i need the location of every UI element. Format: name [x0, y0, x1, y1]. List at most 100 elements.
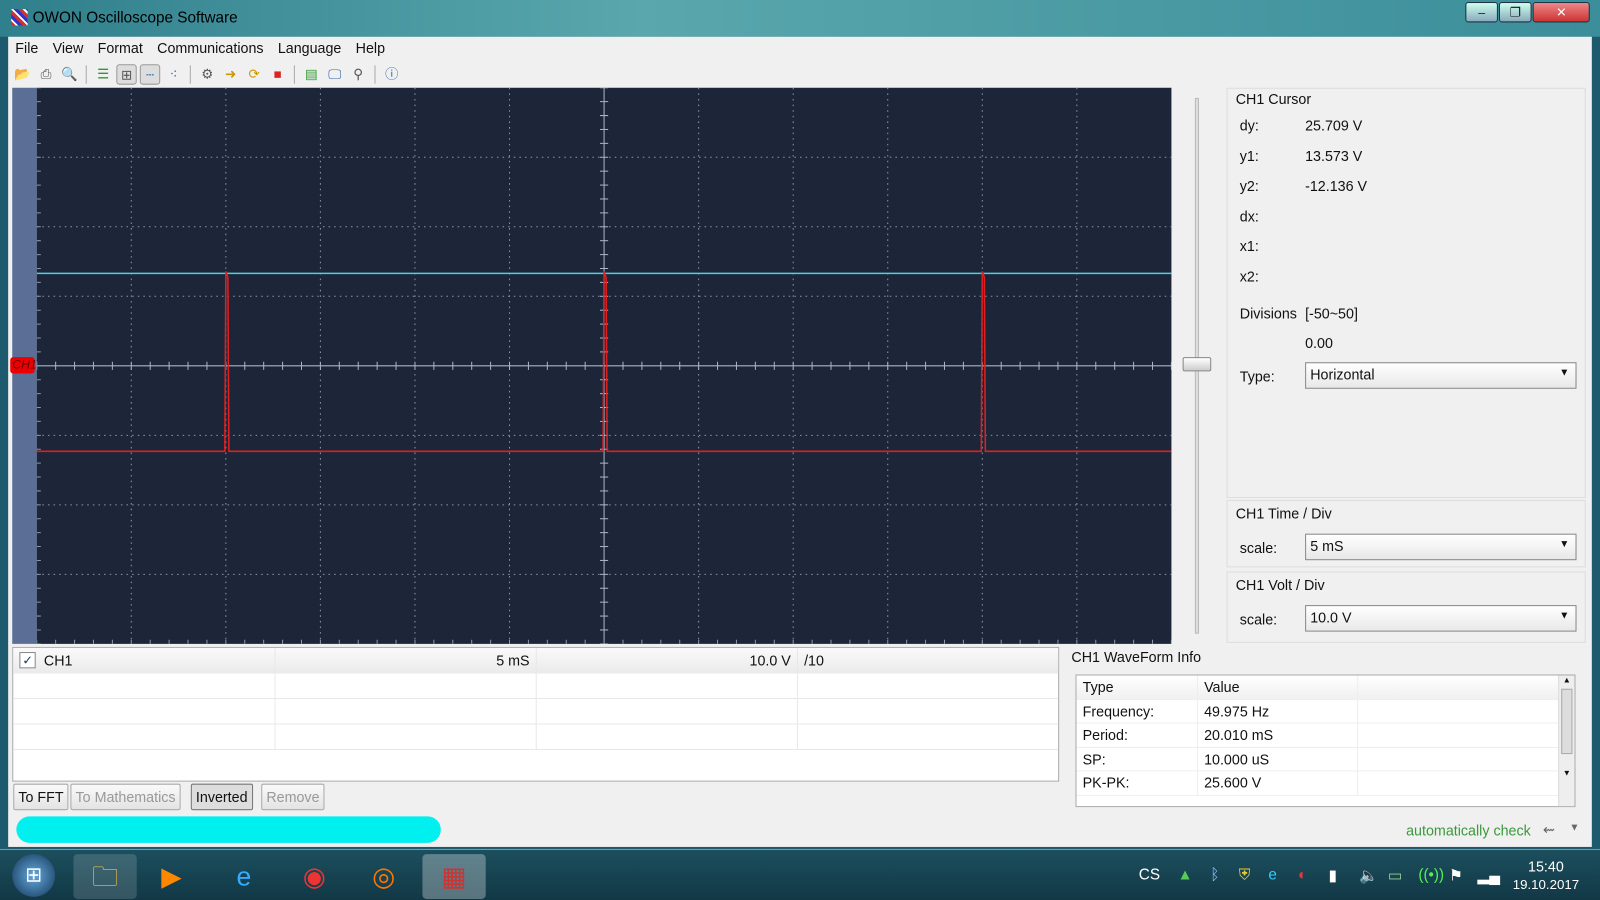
ch1-checkbox[interactable]: ✓ — [19, 652, 36, 669]
menu-language[interactable]: Language — [271, 37, 349, 61]
volt-scale-label: scale: — [1239, 611, 1278, 628]
grid-icon[interactable]: ⊞ — [116, 64, 137, 85]
film-export-icon[interactable]: ▤ — [301, 64, 321, 84]
divisions-label: Divisions — [1239, 305, 1297, 322]
channel-cell: ✓ CH1 — [13, 647, 276, 673]
channel-probe: /10 — [804, 652, 824, 669]
info-type: Frequency: — [1077, 699, 1198, 723]
waveform-info-table: Type Value Frequency: 49.975 Hz Period: 20.… — [1075, 674, 1576, 808]
monitor-icon[interactable]: 🖵 — [324, 64, 344, 84]
shield-icon[interactable]: ⛨ — [1239, 866, 1250, 883]
info-value: 10.000 uS — [1198, 747, 1359, 771]
volt-scale-select[interactable]: 10.0 V ▼ — [1305, 605, 1577, 632]
table-row[interactable]: Period: 20.010 mS — [1076, 723, 1575, 748]
start-button[interactable]: ⊞ — [12, 854, 56, 897]
volume-icon[interactable]: 🔈 — [1359, 866, 1378, 884]
owon-taskbar-icon[interactable]: ▦ — [422, 854, 486, 899]
to-mathematics-button[interactable]: To Mathematics — [70, 783, 181, 811]
cursor-2-value: -12.136 V — [1305, 177, 1368, 194]
waveinfo-title: CH1 WaveForm Info — [1071, 648, 1202, 666]
cursor-5-label: x2: — [1239, 267, 1259, 285]
cursor-panel: CH1 Cursor dy: 25.709 V y1: 13.573 V y2: -… — [1226, 87, 1586, 498]
print-icon[interactable]: ⎙ — [36, 64, 56, 84]
toolbar: 📂 ⎙ 🔍 ☰ ⊞ ┄ ⁖ ⚙ ➜ ⟳ ■ ▤ 🖵 ⚲ ⓘ — [8, 61, 1592, 88]
network-icon[interactable]: ▭ — [1388, 866, 1402, 884]
stop-icon[interactable]: ■ — [267, 64, 287, 84]
menu-view[interactable]: View — [45, 37, 90, 61]
to-fft-button[interactable]: To FFT — [13, 783, 69, 811]
status-text: automatically check — [1406, 822, 1531, 839]
cursor-4-label: x1: — [1239, 237, 1259, 255]
chevron-down-icon[interactable]: ▼ — [1569, 822, 1579, 833]
e-app-icon[interactable]: e — [1268, 866, 1277, 883]
ch1-marker[interactable]: CH1 — [10, 357, 37, 374]
toolbar-separator — [189, 65, 191, 84]
cursor-type-select[interactable]: Horizontal ▼ — [1305, 362, 1577, 389]
channel-volt: 10.0 V — [537, 647, 798, 673]
divisions-value: 0.00 — [1305, 334, 1333, 352]
settings-icon[interactable]: ⚙ — [197, 64, 217, 84]
chevron-down-icon: ▼ — [1559, 367, 1570, 379]
help-icon[interactable]: ⓘ — [382, 64, 402, 84]
info-type: Period: — [1077, 723, 1198, 747]
list-icon[interactable]: ☰ — [93, 64, 113, 84]
waveinfo-scrollbar[interactable]: ▲ ▼ — [1558, 675, 1575, 807]
flag-icon[interactable]: ⚑ — [1449, 866, 1463, 884]
language-indicator[interactable]: CS — [1139, 866, 1160, 883]
table-row[interactable]: ✓ CH1 5 mS 10.0 V /10 — [13, 647, 1059, 674]
cursor-2-label: y2: — [1239, 177, 1259, 194]
menu-help[interactable]: Help — [349, 37, 393, 61]
scroll-up-icon[interactable]: ▲ — [1559, 676, 1574, 685]
type-label: Type: — [1239, 368, 1275, 385]
channel-name: CH1 — [43, 652, 73, 669]
device-icon[interactable]: ⚲ — [348, 64, 368, 84]
import-icon[interactable]: ➜ — [220, 64, 240, 84]
red-app-icon[interactable]: ◐ — [1298, 866, 1307, 883]
channel-table: ✓ CH1 5 mS 10.0 V /10 — [12, 646, 1060, 782]
signal-icon[interactable]: ▂▄ — [1478, 866, 1501, 884]
menu-format[interactable]: Format — [90, 37, 150, 61]
power-icon[interactable]: ▮ — [1329, 866, 1337, 884]
volt-div-title: CH1 Volt / Div — [1235, 576, 1325, 593]
header-type[interactable]: Type — [1077, 675, 1198, 699]
close-button[interactable]: ✕ — [1532, 2, 1590, 23]
print-preview-icon[interactable]: 🔍 — [59, 64, 79, 84]
explorer-taskbar-icon[interactable]: 🗀 — [73, 854, 137, 899]
chrome-taskbar-icon[interactable]: ◉ — [283, 854, 346, 899]
dots-line-icon[interactable]: ┄ — [139, 64, 161, 85]
cursor-3-label: dx: — [1239, 207, 1259, 224]
clock[interactable]: 15:40 19.10.2017 — [1510, 858, 1581, 892]
remove-button[interactable]: Remove — [261, 783, 325, 811]
bluetooth-icon[interactable]: ᛒ — [1210, 866, 1219, 883]
table-row[interactable]: PK-PK: 25.600 V — [1076, 771, 1575, 796]
redaction-mark — [16, 816, 441, 843]
divisions-range: [-50~50] — [1305, 305, 1358, 322]
table-row[interactable]: Frequency: 49.975 Hz — [1076, 699, 1575, 724]
minimize-button[interactable]: ‒ — [1465, 2, 1498, 23]
scrollbar-thumb[interactable] — [1561, 688, 1573, 755]
title-bar: OWON Oscilloscope Software ‒ ❐ ✕ — [0, 0, 1600, 37]
toolbar-separator — [374, 65, 376, 84]
cursor-slider-thumb[interactable] — [1182, 357, 1212, 372]
menu-file[interactable]: File — [8, 37, 45, 61]
app-tray-icon[interactable]: ▲ — [1178, 866, 1193, 883]
maximize-button[interactable]: ❐ — [1498, 2, 1532, 23]
wireless-icon[interactable]: ((•)) — [1418, 866, 1444, 883]
dots-icon[interactable]: ⁖ — [163, 64, 183, 84]
menu-communications[interactable]: Communications — [150, 37, 271, 61]
table-header: Type Value — [1076, 675, 1575, 700]
ie-taskbar-icon[interactable]: e — [212, 854, 275, 899]
inverted-button[interactable]: Inverted — [190, 783, 253, 811]
scope-display[interactable] — [36, 87, 1172, 644]
firefox-taskbar-icon[interactable]: ◎ — [352, 854, 415, 899]
header-value[interactable]: Value — [1198, 675, 1359, 699]
open-icon[interactable]: 📂 — [12, 64, 32, 84]
media-player-taskbar-icon[interactable]: ▶ — [140, 854, 203, 899]
scroll-down-icon[interactable]: ▼ — [1559, 768, 1574, 777]
volt-div-panel: CH1 Volt / Div scale: 10.0 V ▼ — [1226, 571, 1586, 643]
time-scale-select[interactable]: 5 mS ▼ — [1305, 533, 1577, 561]
cursor-0-value: 25.709 V — [1305, 117, 1363, 134]
refresh-icon[interactable]: ⟳ — [244, 64, 264, 84]
usb-icon: ⇜ — [1542, 821, 1555, 838]
table-row[interactable]: SP: 10.000 uS — [1076, 747, 1575, 772]
